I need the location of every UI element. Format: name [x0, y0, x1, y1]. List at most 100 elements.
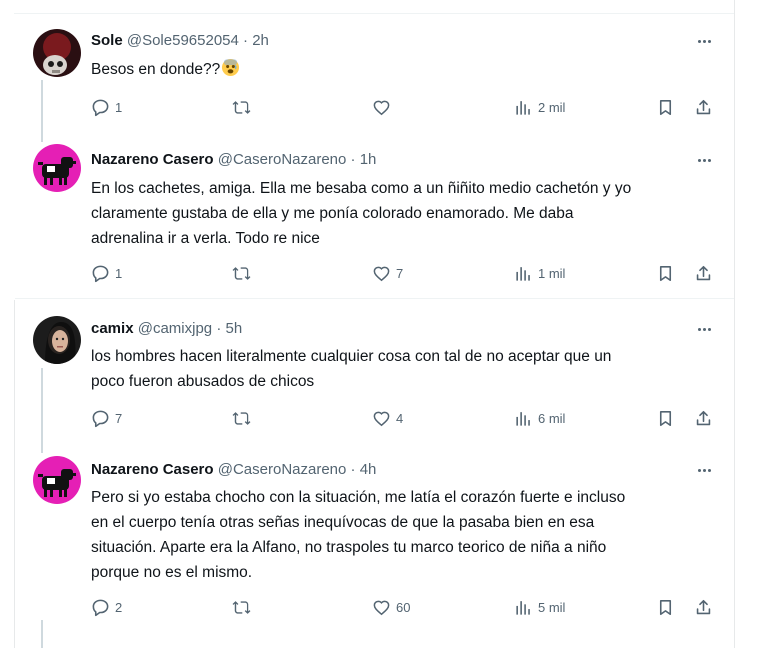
tweet-header: Sole @Sole59652054 · 2h [91, 31, 269, 51]
like-button[interactable]: 4 [372, 408, 403, 428]
reply-icon [92, 265, 109, 282]
display-name[interactable]: Nazareno Casero [91, 151, 214, 168]
tweet-actions: 1 7 1 mil [91, 263, 731, 283]
user-handle[interactable]: @CaseroNazareno [218, 461, 347, 478]
view-count: 5 mil [538, 599, 566, 615]
like-button[interactable]: 7 [372, 263, 403, 283]
reply-count: 1 [115, 99, 123, 115]
bookmark-icon [659, 99, 672, 115]
like-button[interactable] [372, 97, 396, 117]
bookmark-icon [659, 410, 672, 426]
share-button[interactable] [694, 597, 713, 617]
avatar[interactable] [33, 316, 81, 364]
heart-icon [373, 411, 390, 426]
tweet-reply[interactable]: camix @camixjpg · 5h los hombres hacen l… [15, 299, 734, 444]
retweet-icon [232, 100, 251, 114]
more-options-icon[interactable] [691, 150, 717, 170]
separator-dot: · [243, 32, 249, 49]
views-button[interactable]: 1 mil [514, 263, 565, 283]
tweet-reply[interactable]: Sole @Sole59652054 · 2h Besos en donde??… [15, 0, 734, 140]
heart-icon [373, 266, 390, 281]
view-count: 2 mil [538, 99, 566, 115]
reply-count: 2 [115, 599, 123, 615]
tweet-text: En los cachetes, amiga. Ella me besaba c… [91, 180, 632, 247]
tweet-actions: 1 2 mil [91, 97, 731, 117]
separator-dot: · [350, 151, 356, 168]
views-button[interactable]: 6 mil [514, 408, 565, 428]
tweet-reply[interactable]: Nazareno Casero @CaseroNazareno · 1h En … [15, 140, 734, 298]
more-options-icon[interactable] [691, 319, 717, 339]
heart-icon [373, 100, 390, 115]
retweet-button[interactable] [232, 408, 256, 428]
share-icon [696, 265, 711, 280]
view-count: 1 mil [538, 265, 566, 281]
tweet-reply[interactable]: Nazareno Casero @CaseroNazareno · 4h Per… [15, 444, 734, 648]
share-button[interactable] [694, 263, 713, 283]
user-handle[interactable]: @CaseroNazareno [218, 151, 347, 168]
retweet-button[interactable] [232, 97, 256, 117]
share-icon [696, 99, 711, 114]
reply-count: 7 [115, 410, 123, 426]
like-count: 4 [396, 410, 404, 426]
analytics-icon [516, 100, 530, 115]
reply-button[interactable]: 7 [91, 408, 122, 428]
reply-button[interactable]: 1 [91, 263, 122, 283]
analytics-icon [516, 411, 530, 426]
reply-icon [92, 99, 109, 116]
share-icon [696, 410, 711, 425]
tweet-text-content: Besos en donde?? [91, 61, 221, 78]
more-options-icon[interactable] [691, 31, 717, 51]
separator-dot: · [216, 320, 222, 337]
analytics-icon [516, 266, 530, 281]
bookmark-button[interactable] [656, 263, 675, 283]
views-button[interactable]: 5 mil [514, 597, 565, 617]
retweet-button[interactable] [232, 597, 256, 617]
share-button[interactable] [694, 408, 713, 428]
tweet-text: los hombres hacen literalmente cualquier… [91, 348, 612, 390]
display-name[interactable]: Sole [91, 32, 123, 49]
user-handle[interactable]: @Sole59652054 [127, 32, 239, 49]
tweet-header: Nazareno Casero @CaseroNazareno · 4h [91, 460, 376, 480]
timestamp[interactable]: 4h [360, 461, 377, 478]
reply-button[interactable]: 2 [91, 597, 122, 617]
bookmark-button[interactable] [656, 597, 675, 617]
tweet-header: camix @camixjpg · 5h [91, 319, 242, 339]
timestamp[interactable]: 5h [225, 320, 242, 337]
retweet-icon [232, 411, 251, 425]
separator-dot: · [350, 461, 356, 478]
display-name[interactable]: camix [91, 320, 134, 337]
tweet-actions: 7 4 6 mil [91, 408, 731, 428]
view-count: 6 mil [538, 410, 566, 426]
tweet-actions: 2 60 5 mil [91, 597, 731, 617]
reply-icon [92, 599, 109, 616]
retweet-icon [232, 266, 251, 280]
bookmark-icon [659, 265, 672, 281]
avatar[interactable] [33, 456, 81, 504]
timestamp[interactable]: 1h [360, 151, 377, 168]
more-options-icon[interactable] [691, 460, 717, 480]
timeline-right-border [734, 0, 735, 648]
tweet-text: Besos en donde?? [91, 57, 721, 82]
avatar[interactable] [33, 29, 81, 77]
like-button[interactable]: 60 [372, 597, 410, 617]
tweet-text: Pero si yo estaba chocho con la situació… [91, 489, 626, 581]
avatar[interactable] [33, 144, 81, 192]
anxious-face-emoji [222, 58, 240, 77]
bookmark-icon [659, 599, 672, 615]
display-name[interactable]: Nazareno Casero [91, 461, 214, 478]
reply-icon [92, 410, 109, 427]
reply-button[interactable]: 1 [91, 97, 122, 117]
user-handle[interactable]: @camixjpg [138, 320, 212, 337]
share-icon [696, 599, 711, 614]
like-count: 60 [396, 599, 411, 615]
views-button[interactable]: 2 mil [514, 97, 565, 117]
analytics-icon [516, 600, 530, 615]
bookmark-button[interactable] [656, 97, 675, 117]
like-count: 7 [396, 265, 404, 281]
reply-count: 1 [115, 265, 123, 281]
share-button[interactable] [694, 97, 713, 117]
timestamp[interactable]: 2h [252, 32, 269, 49]
retweet-button[interactable] [232, 263, 256, 283]
heart-icon [373, 600, 390, 615]
bookmark-button[interactable] [656, 408, 675, 428]
